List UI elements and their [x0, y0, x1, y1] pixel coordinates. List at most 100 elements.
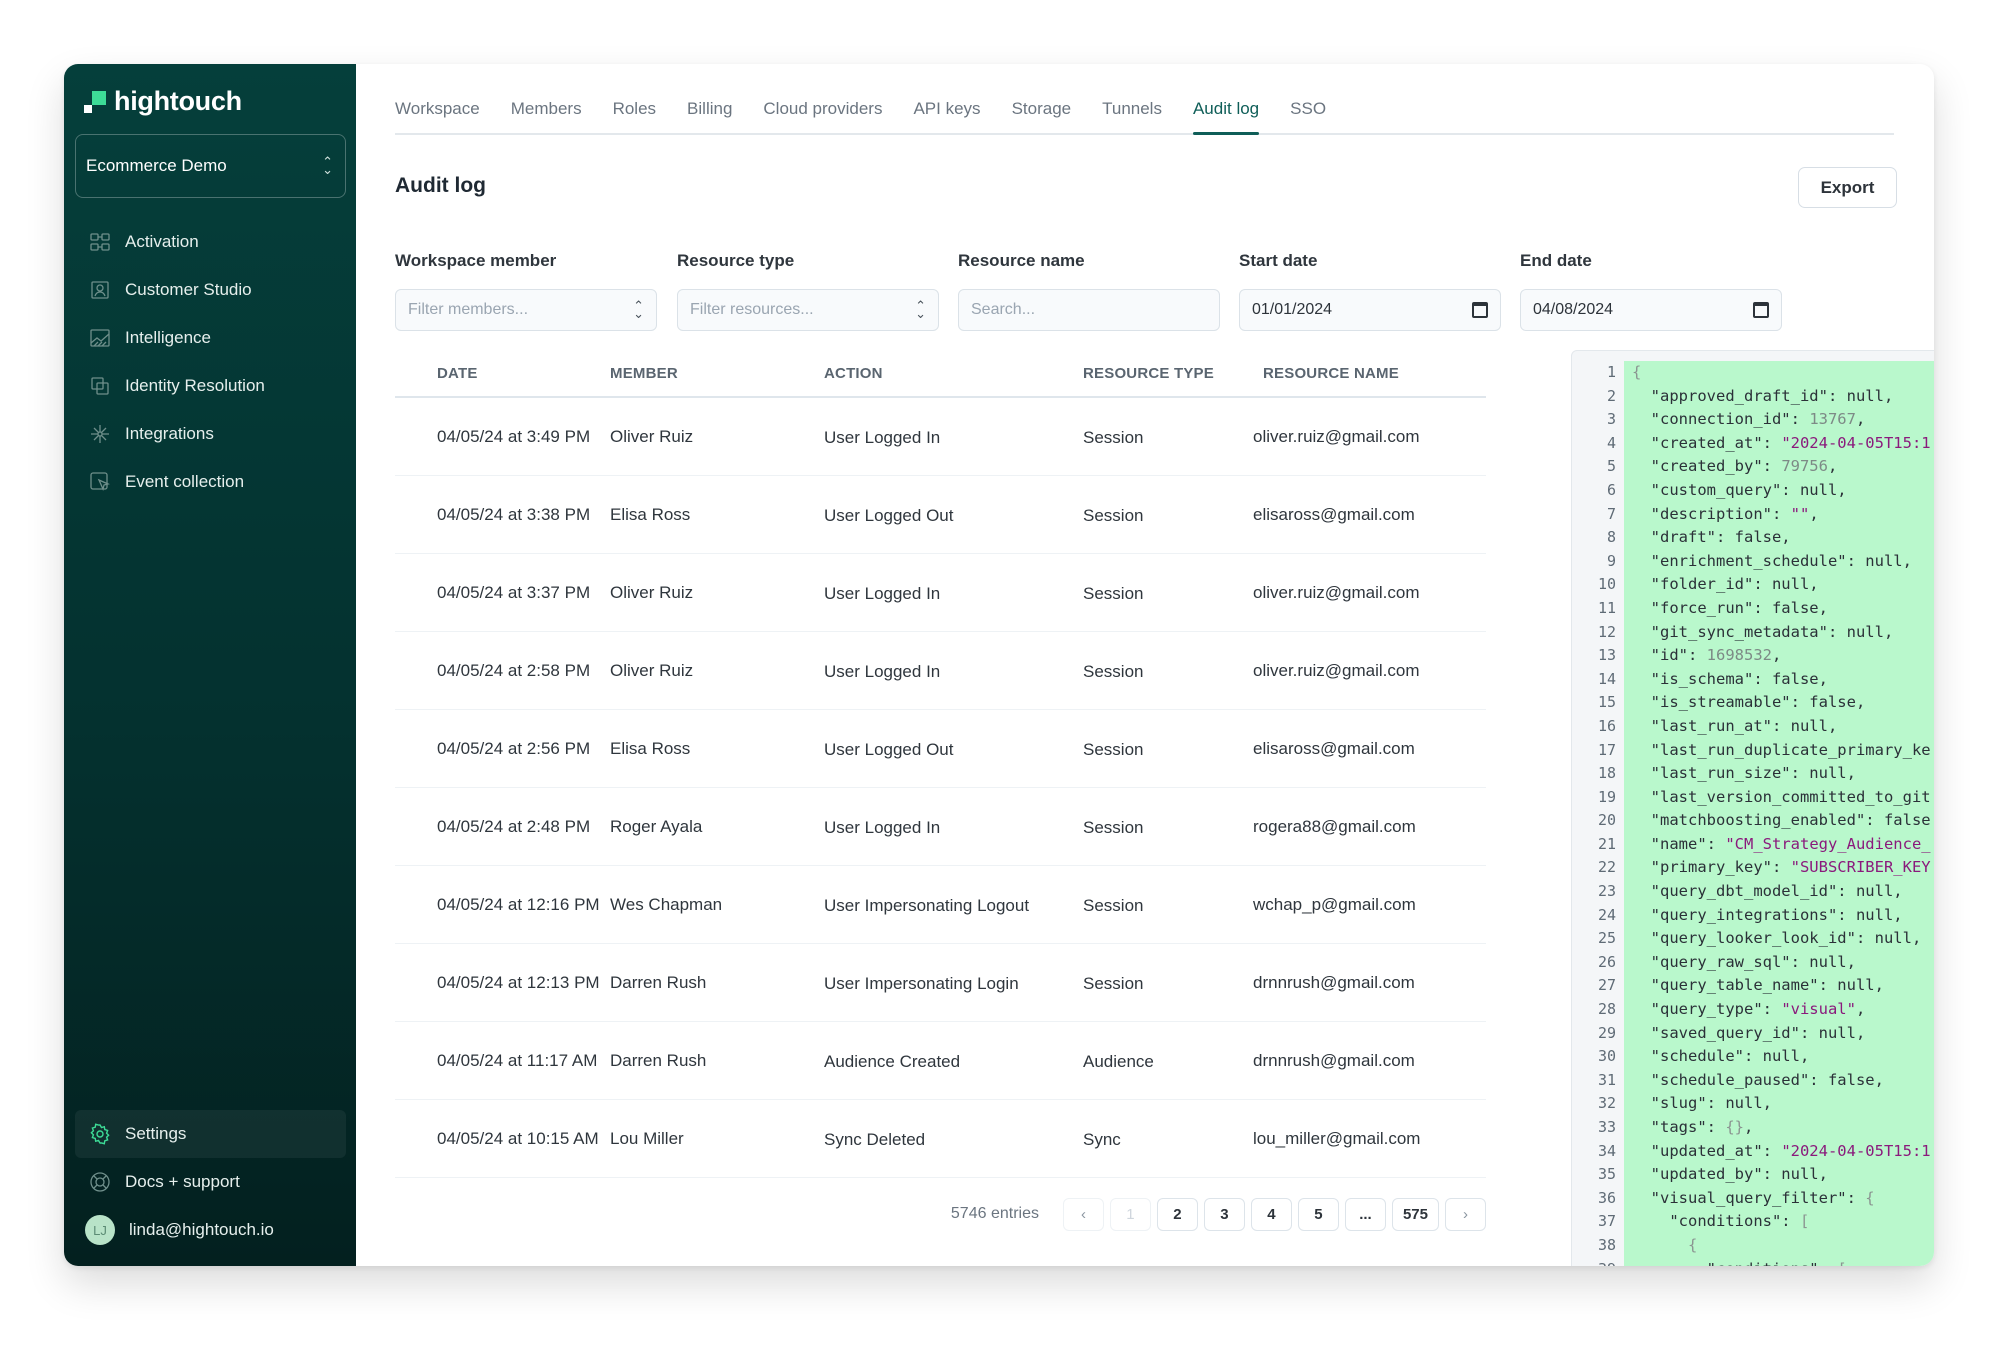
- user-menu[interactable]: LJ linda@hightouch.io: [75, 1206, 346, 1254]
- tab-tunnels[interactable]: Tunnels: [1102, 88, 1162, 133]
- code-token: "custom_query": null,: [1632, 480, 1847, 499]
- column-header-action[interactable]: ACTION: [824, 365, 1083, 382]
- sidebar-item-settings[interactable]: Settings: [75, 1110, 346, 1158]
- sidebar-item-integrations[interactable]: Integrations: [75, 410, 346, 458]
- pagination: 5746 entries ‹ 1 2 3 4 5 ... 575 ›: [395, 1197, 1486, 1231]
- sidebar-item-customer-studio[interactable]: Customer Studio: [75, 266, 346, 314]
- tab-sso[interactable]: SSO: [1290, 88, 1326, 133]
- tab-audit-log[interactable]: Audit log: [1192, 88, 1260, 135]
- tab-workspace[interactable]: Workspace: [395, 88, 480, 133]
- code-token: "description":: [1632, 504, 1791, 523]
- sidebar-item-intelligence[interactable]: Intelligence: [75, 314, 346, 362]
- cell-resource-name: wchap_p@gmail.com: [1253, 894, 1416, 914]
- next-page-button[interactable]: ›: [1445, 1197, 1486, 1231]
- resource-name-field[interactable]: [958, 289, 1220, 331]
- table-row[interactable]: 04/05/24 at 3:38 PM Elisa Ross User Logged…: [395, 476, 1486, 554]
- code-token: "": [1790, 504, 1810, 523]
- line-number: 31: [1597, 1070, 1616, 1089]
- code-token: "query_integrations": null,: [1632, 905, 1903, 924]
- line-number: 30: [1597, 1047, 1616, 1066]
- code-line: "updated_at": "2024-04-05T15:1: [1624, 1140, 1934, 1164]
- code-line: "updated_by": null,: [1624, 1163, 1934, 1187]
- code-token: [: [1799, 1212, 1810, 1231]
- table-row[interactable]: 04/05/24 at 2:56 PM Elisa Ross User Logged…: [395, 710, 1486, 788]
- sidebar-item-docs-support[interactable]: Docs + support: [75, 1158, 346, 1206]
- sidebar-item-activation[interactable]: Activation: [75, 218, 346, 266]
- customer-studio-icon: [89, 279, 111, 301]
- code-token: "matchboosting_enabled": false: [1632, 811, 1931, 830]
- code-line: "draft": false,: [1624, 526, 1934, 550]
- cell-member: Elisa Ross: [610, 738, 691, 758]
- filter-label: Resource name: [958, 251, 1085, 270]
- page-button-last[interactable]: 575: [1391, 1197, 1439, 1231]
- sidebar-item-event-collection[interactable]: Event collection: [75, 458, 346, 506]
- code-token: ,: [1809, 504, 1819, 523]
- cell-resource-type: Audience: [1083, 1052, 1154, 1071]
- workspace-selector[interactable]: Ecommerce Demo ⌃ ⌄: [75, 134, 346, 198]
- column-header-member[interactable]: MEMBER: [610, 365, 824, 382]
- member-select-placeholder: Filter members...: [408, 301, 529, 318]
- export-button[interactable]: Export: [1798, 167, 1897, 208]
- intelligence-icon: [89, 327, 111, 349]
- line-number: 1: [1606, 363, 1616, 381]
- cell-member: Elisa Ross: [610, 504, 691, 524]
- code-line: "tags": {},: [1624, 1116, 1934, 1140]
- table-row[interactable]: 04/05/24 at 12:13 PM Darren Rush User Impe…: [395, 944, 1486, 1022]
- code-token: "schedule_paused": false,: [1632, 1070, 1884, 1089]
- tab-roles[interactable]: Roles: [613, 88, 656, 133]
- page-button-4[interactable]: 4: [1250, 1197, 1292, 1231]
- table-row[interactable]: 04/05/24 at 3:49 PM Oliver Ruiz User Logge…: [395, 398, 1486, 476]
- table-row[interactable]: 04/05/24 at 2:48 PM Roger Ayala User Logge…: [395, 788, 1486, 866]
- line-numbers: 1 2 3 4 5 6 7 8 9 10 11 12 13 14 15 16 17 18 19 20 21 22 23 24 2…: [1572, 361, 1624, 1266]
- code-line: "folder_id": null,: [1624, 573, 1934, 597]
- member-select[interactable]: Filter members... ⌃ ⌄: [395, 289, 657, 331]
- cell-resource-type: Session: [1083, 584, 1144, 603]
- hightouch-logo-icon: [84, 90, 106, 113]
- calendar-icon[interactable]: [1753, 302, 1769, 318]
- tab-members[interactable]: Members: [511, 88, 582, 133]
- end-date-input[interactable]: 04/08/2024: [1520, 289, 1782, 331]
- cell-resource-type: Sync: [1083, 1130, 1121, 1149]
- code-token: "approved_draft_id":: [1632, 386, 1847, 405]
- sidebar-item-label: Integrations: [125, 424, 214, 443]
- tab-storage[interactable]: Storage: [1012, 88, 1072, 133]
- table-row[interactable]: 04/05/24 at 12:16 PM Wes Chapman User Impe…: [395, 866, 1486, 944]
- column-header-resource-name[interactable]: RESOURCE NAME: [1253, 365, 1486, 382]
- page-button-5[interactable]: 5: [1297, 1197, 1339, 1231]
- tab-billing[interactable]: Billing: [687, 88, 732, 133]
- identity-resolution-icon: [89, 375, 111, 397]
- page-ellipsis-button[interactable]: ...: [1344, 1197, 1386, 1231]
- filter-label: End date: [1520, 251, 1592, 270]
- page-button-3[interactable]: 3: [1203, 1197, 1245, 1231]
- line-number: 6: [1606, 480, 1616, 499]
- table-row[interactable]: 04/05/24 at 3:37 PM Oliver Ruiz User Logge…: [395, 554, 1486, 632]
- logo[interactable]: hightouch: [84, 86, 242, 117]
- line-number: 34: [1597, 1141, 1616, 1160]
- line-number: 19: [1597, 787, 1616, 806]
- sidebar-item-identity-resolution[interactable]: Identity Resolution: [75, 362, 346, 410]
- table-row[interactable]: 04/05/24 at 2:58 PM Oliver Ruiz User Logge…: [395, 632, 1486, 710]
- workspace-name: Ecommerce Demo: [86, 156, 227, 175]
- start-date-input[interactable]: 01/01/2024: [1239, 289, 1501, 331]
- page-button-1[interactable]: 1: [1109, 1197, 1151, 1231]
- resource-name-input[interactable]: [971, 301, 1207, 319]
- line-number: 28: [1597, 1000, 1616, 1019]
- cell-date: 04/05/24 at 2:56 PM: [437, 738, 591, 758]
- tab-api-keys[interactable]: API keys: [913, 88, 980, 133]
- filter-start-date: Start date 01/01/2024: [1239, 251, 1501, 331]
- cell-resource-type: Session: [1083, 506, 1144, 525]
- sidebar-item-label: Docs + support: [125, 1172, 240, 1191]
- code-line: "query_type": "visual",: [1624, 998, 1934, 1022]
- json-viewer[interactable]: 1 2 3 4 5 6 7 8 9 10 11 12 13 14 15 16 17 18 19 20 21 22 23 24 2…: [1571, 350, 1934, 1266]
- table-row[interactable]: 04/05/24 at 10:15 AM Lou Miller Sync Delet…: [395, 1100, 1486, 1178]
- prev-page-button[interactable]: ‹: [1062, 1197, 1104, 1231]
- code-token: 79756: [1781, 457, 1828, 476]
- table-row[interactable]: 04/05/24 at 11:17 AM Darren Rush Audience …: [395, 1022, 1486, 1100]
- column-header-resource-type[interactable]: RESOURCE TYPE: [1083, 365, 1253, 382]
- resource-type-select[interactable]: Filter resources... ⌃ ⌄: [677, 289, 939, 331]
- tab-cloud-providers[interactable]: Cloud providers: [763, 88, 882, 133]
- column-header-date[interactable]: DATE: [395, 365, 610, 382]
- calendar-icon[interactable]: [1472, 302, 1488, 318]
- page-button-2[interactable]: 2: [1156, 1197, 1198, 1231]
- settings-tabs: Workspace Members Roles Billing Cloud pr…: [395, 88, 1894, 135]
